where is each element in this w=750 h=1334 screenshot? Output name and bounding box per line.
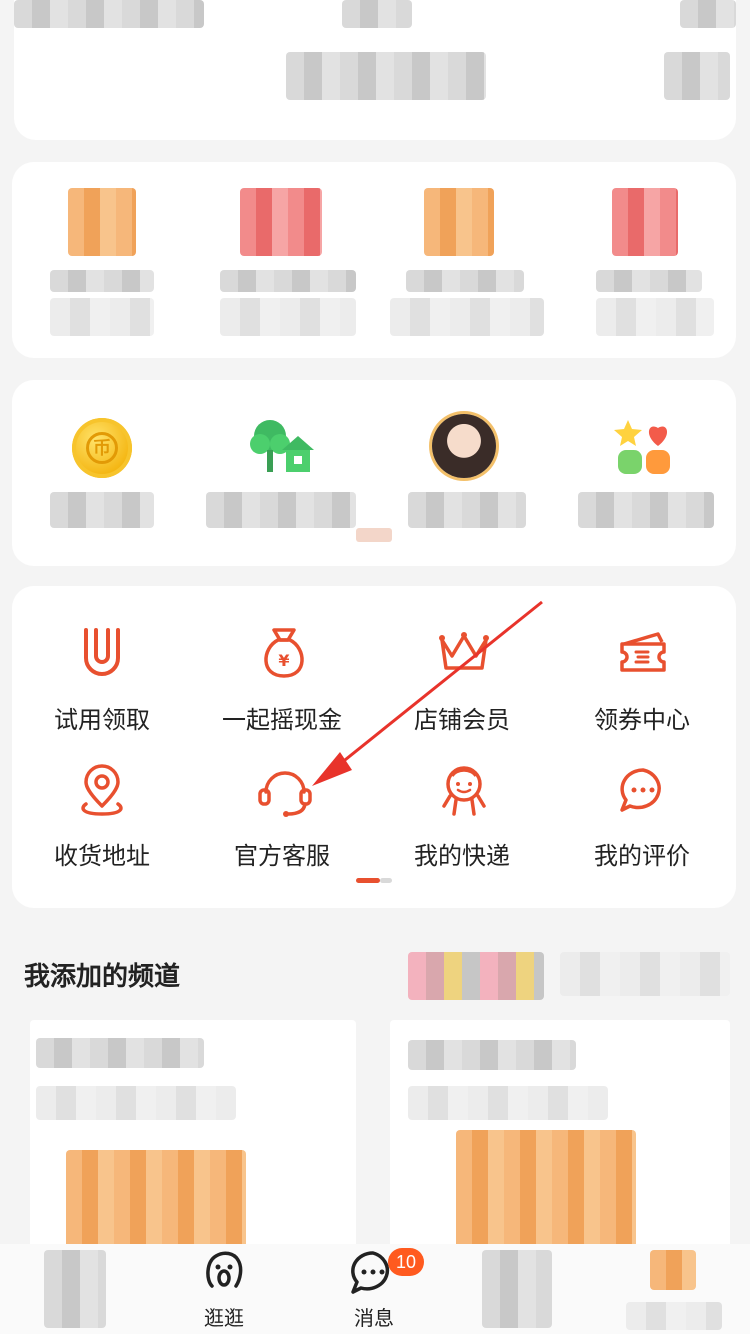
service-grid-card: 试用领取 ¥ 一起摇现金 店铺会员 领券中心 收货地址 官方客服 我的快递 我的… xyxy=(12,586,736,908)
top-card xyxy=(14,0,736,140)
blurred-image xyxy=(456,1130,636,1250)
blurred-label xyxy=(36,1038,204,1068)
tab-label: 逛逛 xyxy=(204,1308,244,1330)
coupon-icon xyxy=(620,632,666,672)
blurred-header-text xyxy=(664,52,730,100)
blurred-label xyxy=(220,270,356,292)
blurred-label xyxy=(596,298,714,336)
service-label: 官方客服 xyxy=(234,843,330,870)
blurred-label xyxy=(36,1086,236,1120)
blurred-tab[interactable] xyxy=(626,1302,722,1330)
blurred-icon[interactable] xyxy=(68,188,136,256)
blurred-icon[interactable] xyxy=(424,188,494,256)
tree-house-icon[interactable] xyxy=(248,416,318,476)
headset-icon xyxy=(258,771,312,817)
tab-label: 消息 xyxy=(354,1308,394,1330)
message-count-badge: 10 xyxy=(388,1248,425,1276)
blurred-label xyxy=(220,298,356,336)
coin-icon[interactable]: 币 xyxy=(72,418,132,478)
service-label: 店铺会员 xyxy=(414,707,510,734)
crown-icon xyxy=(439,632,489,670)
svg-text:¥: ¥ xyxy=(278,651,289,670)
blurred-shortcut-card xyxy=(12,162,736,358)
service-label: 我的评价 xyxy=(594,843,690,870)
bottom-tab-bar: 逛逛 10 消息 xyxy=(0,1244,750,1334)
blurred-label xyxy=(50,492,154,528)
blurred-tab-icon[interactable] xyxy=(650,1250,696,1290)
blurred-header-text xyxy=(286,52,486,100)
blurred-label xyxy=(50,270,154,292)
blurred-label xyxy=(390,298,544,336)
blurred-channel-tags[interactable] xyxy=(560,952,730,996)
blurred-label xyxy=(206,492,356,528)
feature-icon-card: 币 xyxy=(12,380,736,566)
blurred-header-text xyxy=(680,0,736,28)
blurred-tab[interactable] xyxy=(44,1250,106,1328)
service-label: 试用领取 xyxy=(54,707,150,734)
chat-bubble-icon xyxy=(620,768,661,812)
section-title: 我添加的频道 xyxy=(24,961,181,991)
page-indicator-active xyxy=(356,878,380,883)
blurred-channel-tags[interactable] xyxy=(408,952,544,1000)
blurred-label xyxy=(408,1086,608,1120)
colorful-shapes-icon[interactable] xyxy=(614,418,674,478)
channel-card-right[interactable] xyxy=(390,1020,730,1260)
browse-face-icon xyxy=(206,1251,243,1288)
page-indicator xyxy=(356,528,392,542)
blurred-label xyxy=(408,1040,576,1070)
money-bag-icon: ¥ xyxy=(264,628,304,678)
blurred-image xyxy=(66,1150,246,1250)
page-indicator-inactive xyxy=(380,878,392,883)
blurred-label xyxy=(596,270,702,292)
blurred-header-text xyxy=(14,0,204,28)
blurred-icon[interactable] xyxy=(612,188,678,256)
blurred-label xyxy=(408,492,526,528)
service-label: 一起摇现金 xyxy=(222,707,342,734)
blurred-tab[interactable] xyxy=(482,1250,552,1328)
courier-icon xyxy=(442,766,486,816)
service-label: 领券中心 xyxy=(594,707,690,734)
channel-card-left[interactable] xyxy=(30,1020,356,1260)
blurred-label xyxy=(578,492,714,528)
blurred-label xyxy=(50,298,154,336)
location-pin-icon xyxy=(81,764,123,816)
service-label: 我的快递 xyxy=(414,843,510,870)
u-trial-icon xyxy=(84,628,120,676)
avatar-icon[interactable] xyxy=(432,414,496,478)
blurred-label xyxy=(406,270,524,292)
blurred-icon[interactable] xyxy=(240,188,322,256)
blurred-header-text xyxy=(342,0,412,28)
service-label: 收货地址 xyxy=(54,843,150,870)
